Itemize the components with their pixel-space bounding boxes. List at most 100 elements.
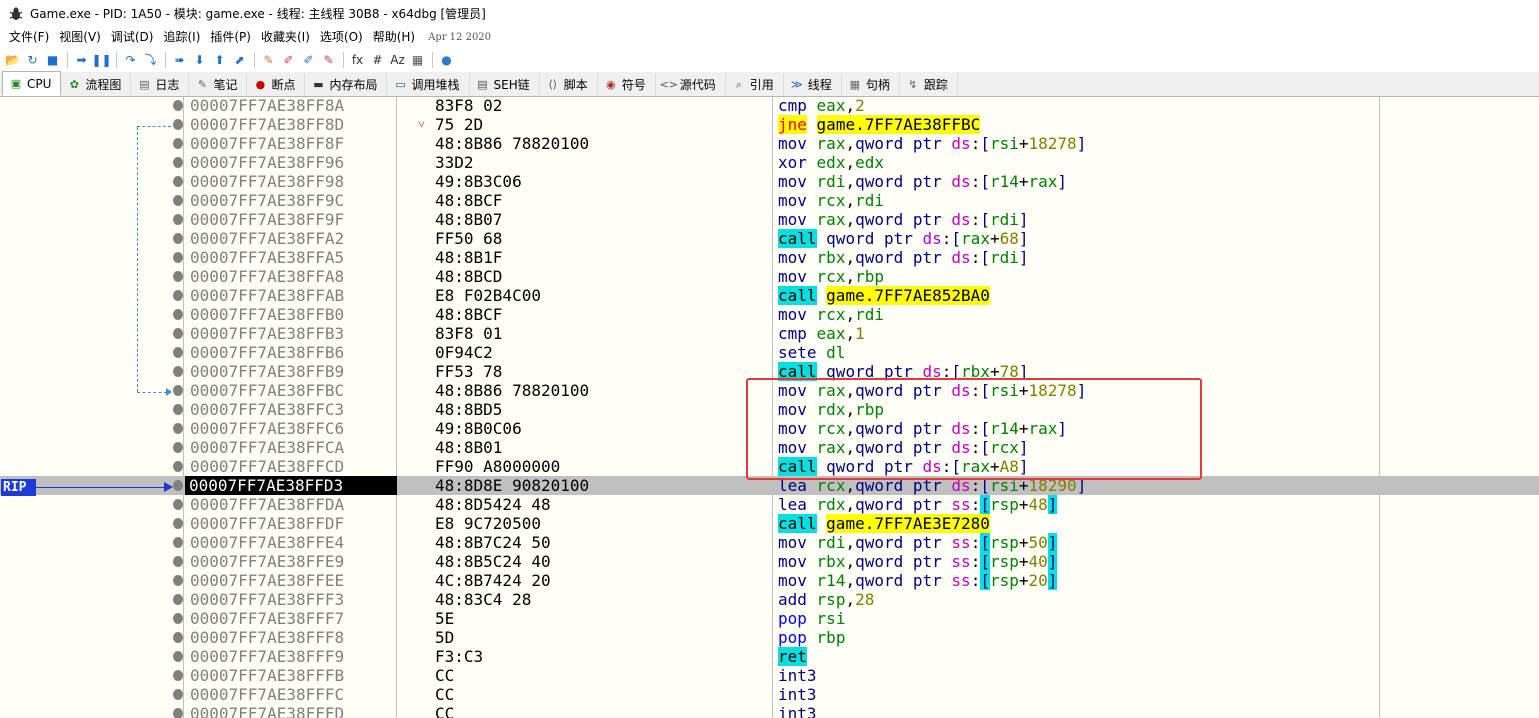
breakpoint-toggle[interactable] (173, 423, 183, 434)
breakpoint-toggle[interactable] (173, 138, 183, 149)
disasm-row[interactable]: 00007FF7AE38FF98 49:8B3C06 mov rdi,qword p… (0, 172, 1539, 191)
disasm-row[interactable]: 00007FF7AE38FFFC CC int3 (0, 685, 1539, 704)
tab-notes[interactable]: ✎ 笔记 (189, 73, 248, 96)
pause-icon[interactable]: ❚❚ (91, 51, 111, 70)
menu-item-6[interactable]: 选项(O) (315, 27, 368, 48)
tab-script[interactable]: ⟨⟩ 脚本 (540, 73, 598, 96)
disasm-row[interactable]: 00007FF7AE38FFA2 FF50 68 call qword ptr ds… (0, 229, 1539, 248)
tab-cpu[interactable]: ▣ CPU (2, 71, 62, 96)
menu-item-0[interactable]: 文件(F) (4, 27, 54, 48)
execute-till-return-icon[interactable]: ⬆ (210, 51, 229, 70)
breakpoint-toggle[interactable] (173, 537, 183, 548)
breakpoint-toggle[interactable] (173, 575, 183, 586)
disassembly-view[interactable]: 00007FF7AE38FF8A 83F8 02 cmp eax,2 00007FF7… (0, 97, 1539, 718)
bookmark-icon[interactable]: ✎ (319, 51, 338, 70)
patch-icon[interactable]: ✎ (259, 51, 278, 70)
disasm-row[interactable]: 00007FF7AE38FF8D ˅ 75 2D jne game.7FF7AE38F… (0, 115, 1539, 134)
breakpoint-toggle[interactable] (173, 347, 183, 358)
breakpoint-toggle[interactable] (173, 708, 183, 718)
disasm-row[interactable]: 00007FF7AE38FFF7 5E pop rsi (0, 609, 1539, 628)
tab-log[interactable]: ▤ 日志 (131, 73, 190, 96)
favourites-icon[interactable]: ● (437, 51, 456, 70)
tab-memory-map[interactable]: ▬ 内存布局 (305, 73, 388, 96)
menu-item-3[interactable]: 追踪(I) (158, 27, 205, 48)
menu-item-4[interactable]: 插件(P) (205, 27, 256, 48)
breakpoint-toggle[interactable] (173, 385, 183, 396)
disasm-row[interactable]: 00007FF7AE38FFA5 48:8B1F mov rbx,qword ptr… (0, 248, 1539, 267)
function-icon[interactable]: fx (348, 51, 367, 70)
hash-icon[interactable]: # (368, 51, 387, 70)
breakpoint-toggle[interactable] (173, 176, 183, 187)
disasm-row[interactable]: 00007FF7AE38FFE4 48:8B7C24 50 mov rdi,qwor… (0, 533, 1539, 552)
disasm-row[interactable]: 00007FF7AE38FFAB E8 F02B4C00 call game.7FF… (0, 286, 1539, 305)
disasm-row[interactable]: 00007FF7AE38FFB3 83F8 01 cmp eax,1 (0, 324, 1539, 343)
breakpoint-toggle[interactable] (173, 442, 183, 453)
tab-trace[interactable]: ↯ 跟踪 (900, 73, 958, 96)
step-into-icon[interactable]: ↷ (121, 51, 140, 70)
breakpoint-toggle[interactable] (173, 404, 183, 415)
disasm-row[interactable]: 00007FF7AE38FFDF E8 9C720500 call game.7FF… (0, 514, 1539, 533)
menu-item-2[interactable]: 调试(D) (106, 27, 159, 48)
tab-threads[interactable]: ≫ 线程 (784, 73, 842, 96)
comment-icon[interactable]: ✐ (279, 51, 298, 70)
breakpoint-toggle[interactable] (173, 556, 183, 567)
stop-icon[interactable]: ■ (43, 51, 62, 70)
run-icon[interactable]: ➡ (72, 51, 91, 70)
label-icon[interactable]: ✐ (299, 51, 318, 70)
tab-references[interactable]: ⌕ 引用 (726, 73, 784, 96)
breakpoint-toggle[interactable] (173, 100, 183, 111)
disasm-row[interactable]: 00007FF7AE38FFFB CC int3 (0, 666, 1539, 685)
breakpoint-toggle[interactable] (173, 290, 183, 301)
breakpoint-toggle[interactable] (173, 157, 183, 168)
menu-item-7[interactable]: 帮助(H) (368, 27, 420, 48)
tab-seh[interactable]: ▤ SEH链 (470, 73, 540, 96)
disasm-row[interactable]: 00007FF7AE38FFB6 0F94C2 sete dl (0, 343, 1539, 362)
disasm-row[interactable]: 00007FF7AE38FF9C 48:8BCF mov rcx,rdi (0, 191, 1539, 210)
disasm-row[interactable]: 00007FF7AE38FFFD CC int3 (0, 704, 1539, 718)
tab-handles[interactable]: ▦ 句柄 (842, 73, 900, 96)
breakpoint-toggle[interactable] (173, 632, 183, 643)
breakpoint-toggle[interactable] (173, 461, 183, 472)
restart-icon[interactable]: ↻ (23, 51, 42, 70)
disasm-row[interactable]: 00007FF7AE38FFDA 48:8D5424 48 lea rdx,qwor… (0, 495, 1539, 514)
tab-breakpoint[interactable]: ● 断点 (247, 73, 306, 96)
font-icon[interactable]: Az (388, 51, 407, 70)
tab-graph[interactable]: ✿ 流程图 (61, 73, 132, 96)
step-over-icon[interactable]: ⤵ (141, 51, 160, 70)
breakpoint-toggle[interactable] (173, 670, 183, 681)
breakpoint-toggle[interactable] (173, 195, 183, 206)
run-to-user-code-icon[interactable]: ⬈ (230, 51, 249, 70)
open-icon[interactable]: 📂 (3, 51, 22, 70)
breakpoint-toggle[interactable] (173, 309, 183, 320)
breakpoint-toggle[interactable] (173, 480, 183, 491)
breakpoint-toggle[interactable] (173, 328, 183, 339)
tab-source[interactable]: <> 源代码 (656, 73, 726, 96)
calculator-icon[interactable]: ▦ (408, 51, 427, 70)
trace-into-icon[interactable]: ➠ (170, 51, 189, 70)
breakpoint-toggle[interactable] (173, 594, 183, 605)
menu-item-5[interactable]: 收藏夹(I) (256, 27, 315, 48)
breakpoint-toggle[interactable] (173, 214, 183, 225)
trace-over-icon[interactable]: ⬇ (190, 51, 209, 70)
disasm-row[interactable]: 00007FF7AE38FFF3 48:83C4 28 add rsp,28 (0, 590, 1539, 609)
disasm-row[interactable]: 00007FF7AE38FF8A 83F8 02 cmp eax,2 (0, 97, 1539, 115)
breakpoint-toggle[interactable] (173, 651, 183, 662)
disasm-row[interactable]: 00007FF7AE38FFF8 5D pop rbp (0, 628, 1539, 647)
disasm-row[interactable]: 00007FF7AE38FFE9 48:8B5C24 40 mov rbx,qwor… (0, 552, 1539, 571)
disasm-row[interactable]: 00007FF7AE38FF96 33D2 xor edx,edx (0, 153, 1539, 172)
disasm-row[interactable]: 00007FF7AE38FF9F 48:8B07 mov rax,qword ptr… (0, 210, 1539, 229)
breakpoint-toggle[interactable] (173, 119, 183, 130)
tab-symbols[interactable]: ◉ 符号 (598, 73, 656, 96)
breakpoint-toggle[interactable] (173, 366, 183, 377)
disasm-row[interactable]: 00007FF7AE38FF8F 48:8B86 78820100 mov rax,… (0, 134, 1539, 153)
disasm-row[interactable]: 00007FF7AE38FFA8 48:8BCD mov rcx,rbp (0, 267, 1539, 286)
breakpoint-toggle[interactable] (173, 499, 183, 510)
disasm-row[interactable]: 00007FF7AE38FFF9 F3:C3 ret (0, 647, 1539, 666)
breakpoint-toggle[interactable] (173, 689, 183, 700)
tab-call-stack[interactable]: ▭ 调用堆栈 (387, 73, 470, 96)
breakpoint-toggle[interactable] (173, 252, 183, 263)
breakpoint-toggle[interactable] (173, 271, 183, 282)
breakpoint-toggle[interactable] (173, 518, 183, 529)
disasm-row[interactable]: 00007FF7AE38FFEE 4C:8B7424 20 mov r14,qwor… (0, 571, 1539, 590)
disasm-row[interactable]: 00007FF7AE38FFB0 48:8BCF mov rcx,rdi (0, 305, 1539, 324)
